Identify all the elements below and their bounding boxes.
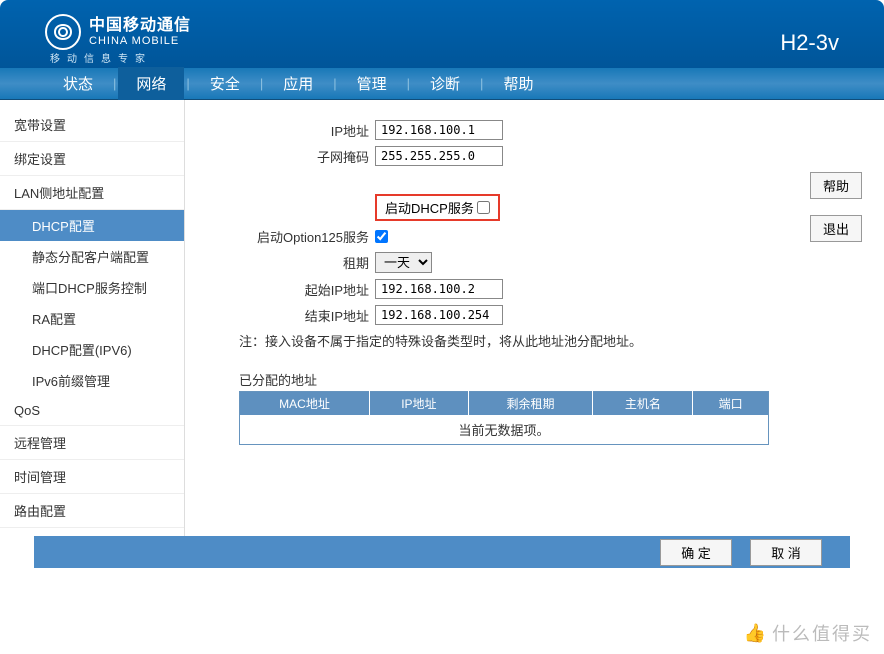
th-3: 主机名	[593, 392, 693, 416]
table-empty: 当前无数据项。	[240, 415, 769, 445]
help-button[interactable]: 帮助	[810, 172, 862, 199]
sidebar-broadband[interactable]: 宽带设置	[0, 108, 184, 142]
sidebar-lan-sub-1[interactable]: 静态分配客户端配置	[0, 241, 184, 272]
brand-cn: 中国移动通信	[89, 17, 191, 35]
note-text: 注：接入设备不属于指定的特殊设备类型时，将从此地址池分配地址。	[239, 331, 864, 350]
dhcp-enable-checkbox[interactable]	[477, 201, 490, 214]
end-ip-input[interactable]	[375, 305, 503, 325]
brand-en: CHINA MOBILE	[89, 35, 191, 47]
sidebar-lan-group[interactable]: LAN侧地址配置	[0, 176, 184, 210]
table-title: 已分配的地址	[239, 370, 864, 389]
sidebar-route[interactable]: 路由配置	[0, 494, 184, 528]
mask-input[interactable]	[375, 146, 503, 166]
start-ip-label: 起始IP地址	[195, 280, 375, 299]
nav-item-2[interactable]: 安全	[192, 67, 258, 100]
sidebar-lan-sub-3[interactable]: RA配置	[0, 303, 184, 334]
sidebar-lan-sub-4[interactable]: DHCP配置(IPV6)	[0, 334, 184, 365]
footer-bar: 确 定 取 消	[34, 536, 850, 568]
model-label: H2-3v	[780, 30, 839, 56]
logo-area: 中国移动通信 CHINA MOBILE	[45, 14, 191, 50]
main-nav: 状态|网络|安全|应用|管理|诊断|帮助	[0, 68, 884, 100]
sidebar-binding[interactable]: 绑定设置	[0, 142, 184, 176]
sidebar-qos[interactable]: QoS	[0, 396, 184, 426]
option125-label: 启动Option125服务	[195, 227, 375, 246]
th-4: 端口	[693, 392, 769, 416]
ip-input[interactable]	[375, 120, 503, 140]
dhcp-enable-label: 启动DHCP服务	[385, 198, 474, 217]
ok-button[interactable]: 确 定	[660, 539, 732, 566]
allocated-table: MAC地址IP地址剩余租期主机名端口 当前无数据项。	[239, 391, 769, 445]
nav-item-6[interactable]: 帮助	[485, 67, 551, 100]
dhcp-enable-highlight: 启动DHCP服务	[375, 194, 500, 221]
watermark: 👍 什么值得买	[744, 620, 872, 646]
option125-checkbox[interactable]	[375, 230, 388, 243]
cancel-button[interactable]: 取 消	[750, 539, 822, 566]
main-panel: 帮助 退出 IP地址 子网掩码 启动DHCP服务 启动Option125服务 租…	[185, 100, 884, 536]
th-0: MAC地址	[240, 392, 370, 416]
logo-icon	[45, 14, 81, 50]
ip-label: IP地址	[195, 121, 375, 140]
sidebar: 宽带设置 绑定设置 LAN侧地址配置 DHCP配置静态分配客户端配置端口DHCP…	[0, 100, 185, 536]
nav-item-0[interactable]: 状态	[45, 67, 111, 100]
header: 中国移动通信 CHINA MOBILE 移动信息专家 H2-3v	[0, 0, 884, 68]
nav-item-3[interactable]: 应用	[265, 67, 331, 100]
sidebar-time[interactable]: 时间管理	[0, 460, 184, 494]
exit-button[interactable]: 退出	[810, 215, 862, 242]
sidebar-lan-sub-5[interactable]: IPv6前缀管理	[0, 365, 184, 396]
sidebar-remote[interactable]: 远程管理	[0, 426, 184, 460]
sidebar-lan-sub-0[interactable]: DHCP配置	[0, 210, 184, 241]
end-ip-label: 结束IP地址	[195, 306, 375, 325]
start-ip-input[interactable]	[375, 279, 503, 299]
nav-item-1[interactable]: 网络	[118, 67, 184, 100]
th-1: IP地址	[370, 392, 469, 416]
lease-select[interactable]: 一天	[375, 252, 432, 273]
brand-sub: 移动信息专家	[50, 50, 152, 65]
lease-label: 租期	[195, 253, 375, 272]
mask-label: 子网掩码	[195, 147, 375, 166]
th-2: 剩余租期	[468, 392, 593, 416]
nav-item-5[interactable]: 诊断	[412, 67, 478, 100]
sidebar-lan-sub-2[interactable]: 端口DHCP服务控制	[0, 272, 184, 303]
thumb-icon: 👍	[744, 623, 768, 644]
nav-item-4[interactable]: 管理	[339, 67, 405, 100]
